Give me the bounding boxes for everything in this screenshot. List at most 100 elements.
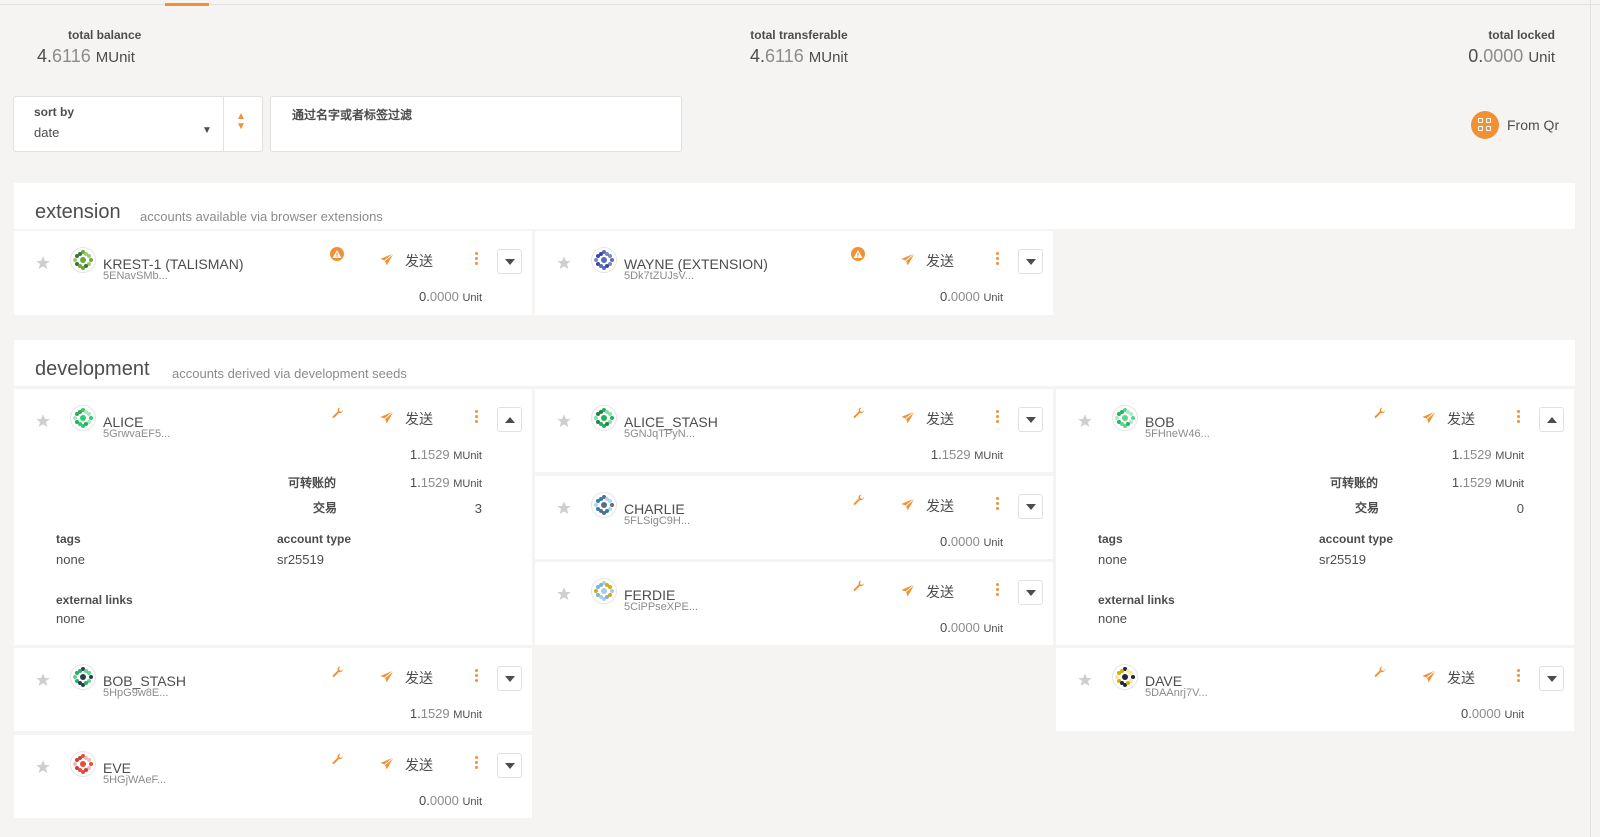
- send-button[interactable]: 发送: [379, 755, 433, 775]
- transactions-count: 3: [474, 501, 482, 516]
- expand-toggle-button[interactable]: [1018, 407, 1043, 432]
- send-button[interactable]: 发送: [900, 496, 954, 516]
- account-address: 5FLSigC9H...: [624, 515, 691, 527]
- send-button[interactable]: 发送: [379, 668, 433, 688]
- chevron-down-icon: [504, 762, 515, 769]
- send-button[interactable]: 发送: [1421, 668, 1475, 688]
- identicon-avatar[interactable]: [591, 578, 617, 604]
- total-transferable-label: total transferable: [750, 28, 848, 42]
- wrench-icon: [1372, 405, 1386, 419]
- more-options-icon[interactable]: [473, 756, 479, 770]
- transferable-label: 可转账的: [288, 476, 337, 490]
- extension-section-header: extension accounts available via browser…: [14, 183, 1575, 229]
- send-label: 发送: [926, 253, 954, 269]
- from-qr-button[interactable]: From Qr: [1471, 111, 1559, 139]
- send-button[interactable]: 发送: [379, 251, 433, 271]
- active-tab-indicator: [165, 3, 209, 6]
- identicon-avatar[interactable]: [591, 405, 617, 431]
- account-type-label: account type: [277, 532, 352, 546]
- expand-toggle-button[interactable]: [1539, 407, 1564, 432]
- send-label: 发送: [926, 498, 954, 514]
- development-section-header: development accounts derived via develop…: [14, 340, 1575, 386]
- from-qr-label: From Qr: [1507, 117, 1560, 133]
- favorite-star-icon[interactable]: [1077, 672, 1093, 688]
- more-options-icon[interactable]: [473, 410, 479, 424]
- favorite-star-icon[interactable]: [556, 413, 572, 429]
- send-button[interactable]: 发送: [900, 582, 954, 602]
- account-balance: 1.1529 MUnit: [409, 706, 482, 721]
- account-card-alice: ALICE 5GrwvaEF5... 发送 1.1529 MUnit 可转账的 1.152…: [14, 389, 532, 645]
- favorite-star-icon[interactable]: [35, 759, 51, 775]
- more-options-icon[interactable]: [1515, 669, 1521, 683]
- total-balance-value: 4.6116 MUnit: [37, 46, 135, 66]
- identicon-avatar[interactable]: [70, 405, 96, 431]
- favorite-star-icon[interactable]: [556, 500, 572, 516]
- sort-dropdown[interactable]: sort by date ▼ ▲ ▼: [13, 96, 263, 152]
- send-label: 发送: [405, 757, 433, 773]
- send-icon: [900, 252, 916, 271]
- chevron-up-icon: [504, 416, 515, 423]
- favorite-star-icon[interactable]: [1077, 413, 1093, 429]
- chevron-down-icon: [1025, 416, 1036, 423]
- expand-toggle-button[interactable]: [1018, 580, 1043, 605]
- send-icon: [900, 497, 916, 516]
- identicon-avatar[interactable]: [70, 247, 96, 273]
- favorite-star-icon[interactable]: [35, 672, 51, 688]
- favorite-star-icon[interactable]: [35, 413, 51, 429]
- section-title: extension: [35, 201, 121, 223]
- account-balance: 0.0000 Unit: [940, 620, 1003, 635]
- account-card-wayne: WAYNE (EXTENSION) 5Dk7tZUJsV... 发送 0.0000 U…: [535, 231, 1053, 315]
- send-button[interactable]: 发送: [1421, 409, 1475, 429]
- favorite-star-icon[interactable]: [556, 586, 572, 602]
- tags-value: none: [1098, 552, 1127, 567]
- account-card-bob-stash: BOB_STASH 5HpG9w8E... 发送 1.1529 MUnit: [14, 648, 532, 731]
- identicon-avatar[interactable]: [591, 247, 617, 273]
- more-options-icon[interactable]: [994, 252, 1000, 266]
- favorite-star-icon[interactable]: [556, 255, 572, 271]
- expand-toggle-button[interactable]: [1539, 666, 1564, 691]
- more-options-icon[interactable]: [994, 497, 1000, 511]
- expand-toggle-button[interactable]: [497, 666, 522, 691]
- more-options-icon[interactable]: [994, 410, 1000, 424]
- scrollbar-track[interactable]: [1590, 0, 1591, 837]
- account-balance: 0.0000 Unit: [419, 289, 482, 304]
- favorite-star-icon[interactable]: [35, 255, 51, 271]
- chevron-up-icon: [1546, 416, 1557, 423]
- more-options-icon[interactable]: [1515, 410, 1521, 424]
- send-label: 发送: [1447, 670, 1475, 686]
- account-balance: 1.1529 MUnit: [930, 447, 1003, 462]
- account-card-ferdie: FERDIE 5CiPPseXPE... 发送 0.0000 Unit: [535, 562, 1053, 645]
- identicon-avatar[interactable]: [591, 492, 617, 518]
- filter-input[interactable]: 通过名字或者标签过滤: [270, 96, 682, 152]
- send-button[interactable]: 发送: [900, 409, 954, 429]
- expand-toggle-button[interactable]: [497, 407, 522, 432]
- identicon-avatar[interactable]: [70, 751, 96, 777]
- identicon-avatar[interactable]: [70, 664, 96, 690]
- account-balance: 1.1529 MUnit: [1451, 447, 1524, 462]
- expand-toggle-button[interactable]: [497, 753, 522, 778]
- wrench-icon: [851, 492, 865, 506]
- sort-order-icon[interactable]: ▲ ▼: [236, 112, 246, 132]
- external-links-value: none: [1098, 611, 1127, 626]
- send-button[interactable]: 发送: [900, 251, 954, 271]
- expand-toggle-button[interactable]: [497, 249, 522, 274]
- wrench-icon: [1372, 664, 1386, 678]
- send-icon: [379, 410, 395, 429]
- account-address: 5GrwvaEF5...: [103, 428, 171, 440]
- more-options-icon[interactable]: [473, 669, 479, 683]
- wrench-icon: [330, 664, 344, 678]
- wrench-icon: [851, 405, 865, 419]
- external-links-label: external links: [56, 593, 133, 607]
- external-links-value: none: [56, 611, 85, 626]
- chevron-down-icon: [1025, 503, 1036, 510]
- more-options-icon[interactable]: [994, 583, 1000, 597]
- more-options-icon[interactable]: [473, 252, 479, 266]
- expand-toggle-button[interactable]: [1018, 249, 1043, 274]
- send-label: 发送: [405, 670, 433, 686]
- chevron-down-icon: [1025, 589, 1036, 596]
- expand-toggle-button[interactable]: [1018, 494, 1043, 519]
- identicon-avatar[interactable]: [1112, 405, 1138, 431]
- identicon-avatar[interactable]: [1112, 664, 1138, 690]
- transferable-value: 1.1529 MUnit: [1451, 475, 1524, 490]
- send-button[interactable]: 发送: [379, 409, 433, 429]
